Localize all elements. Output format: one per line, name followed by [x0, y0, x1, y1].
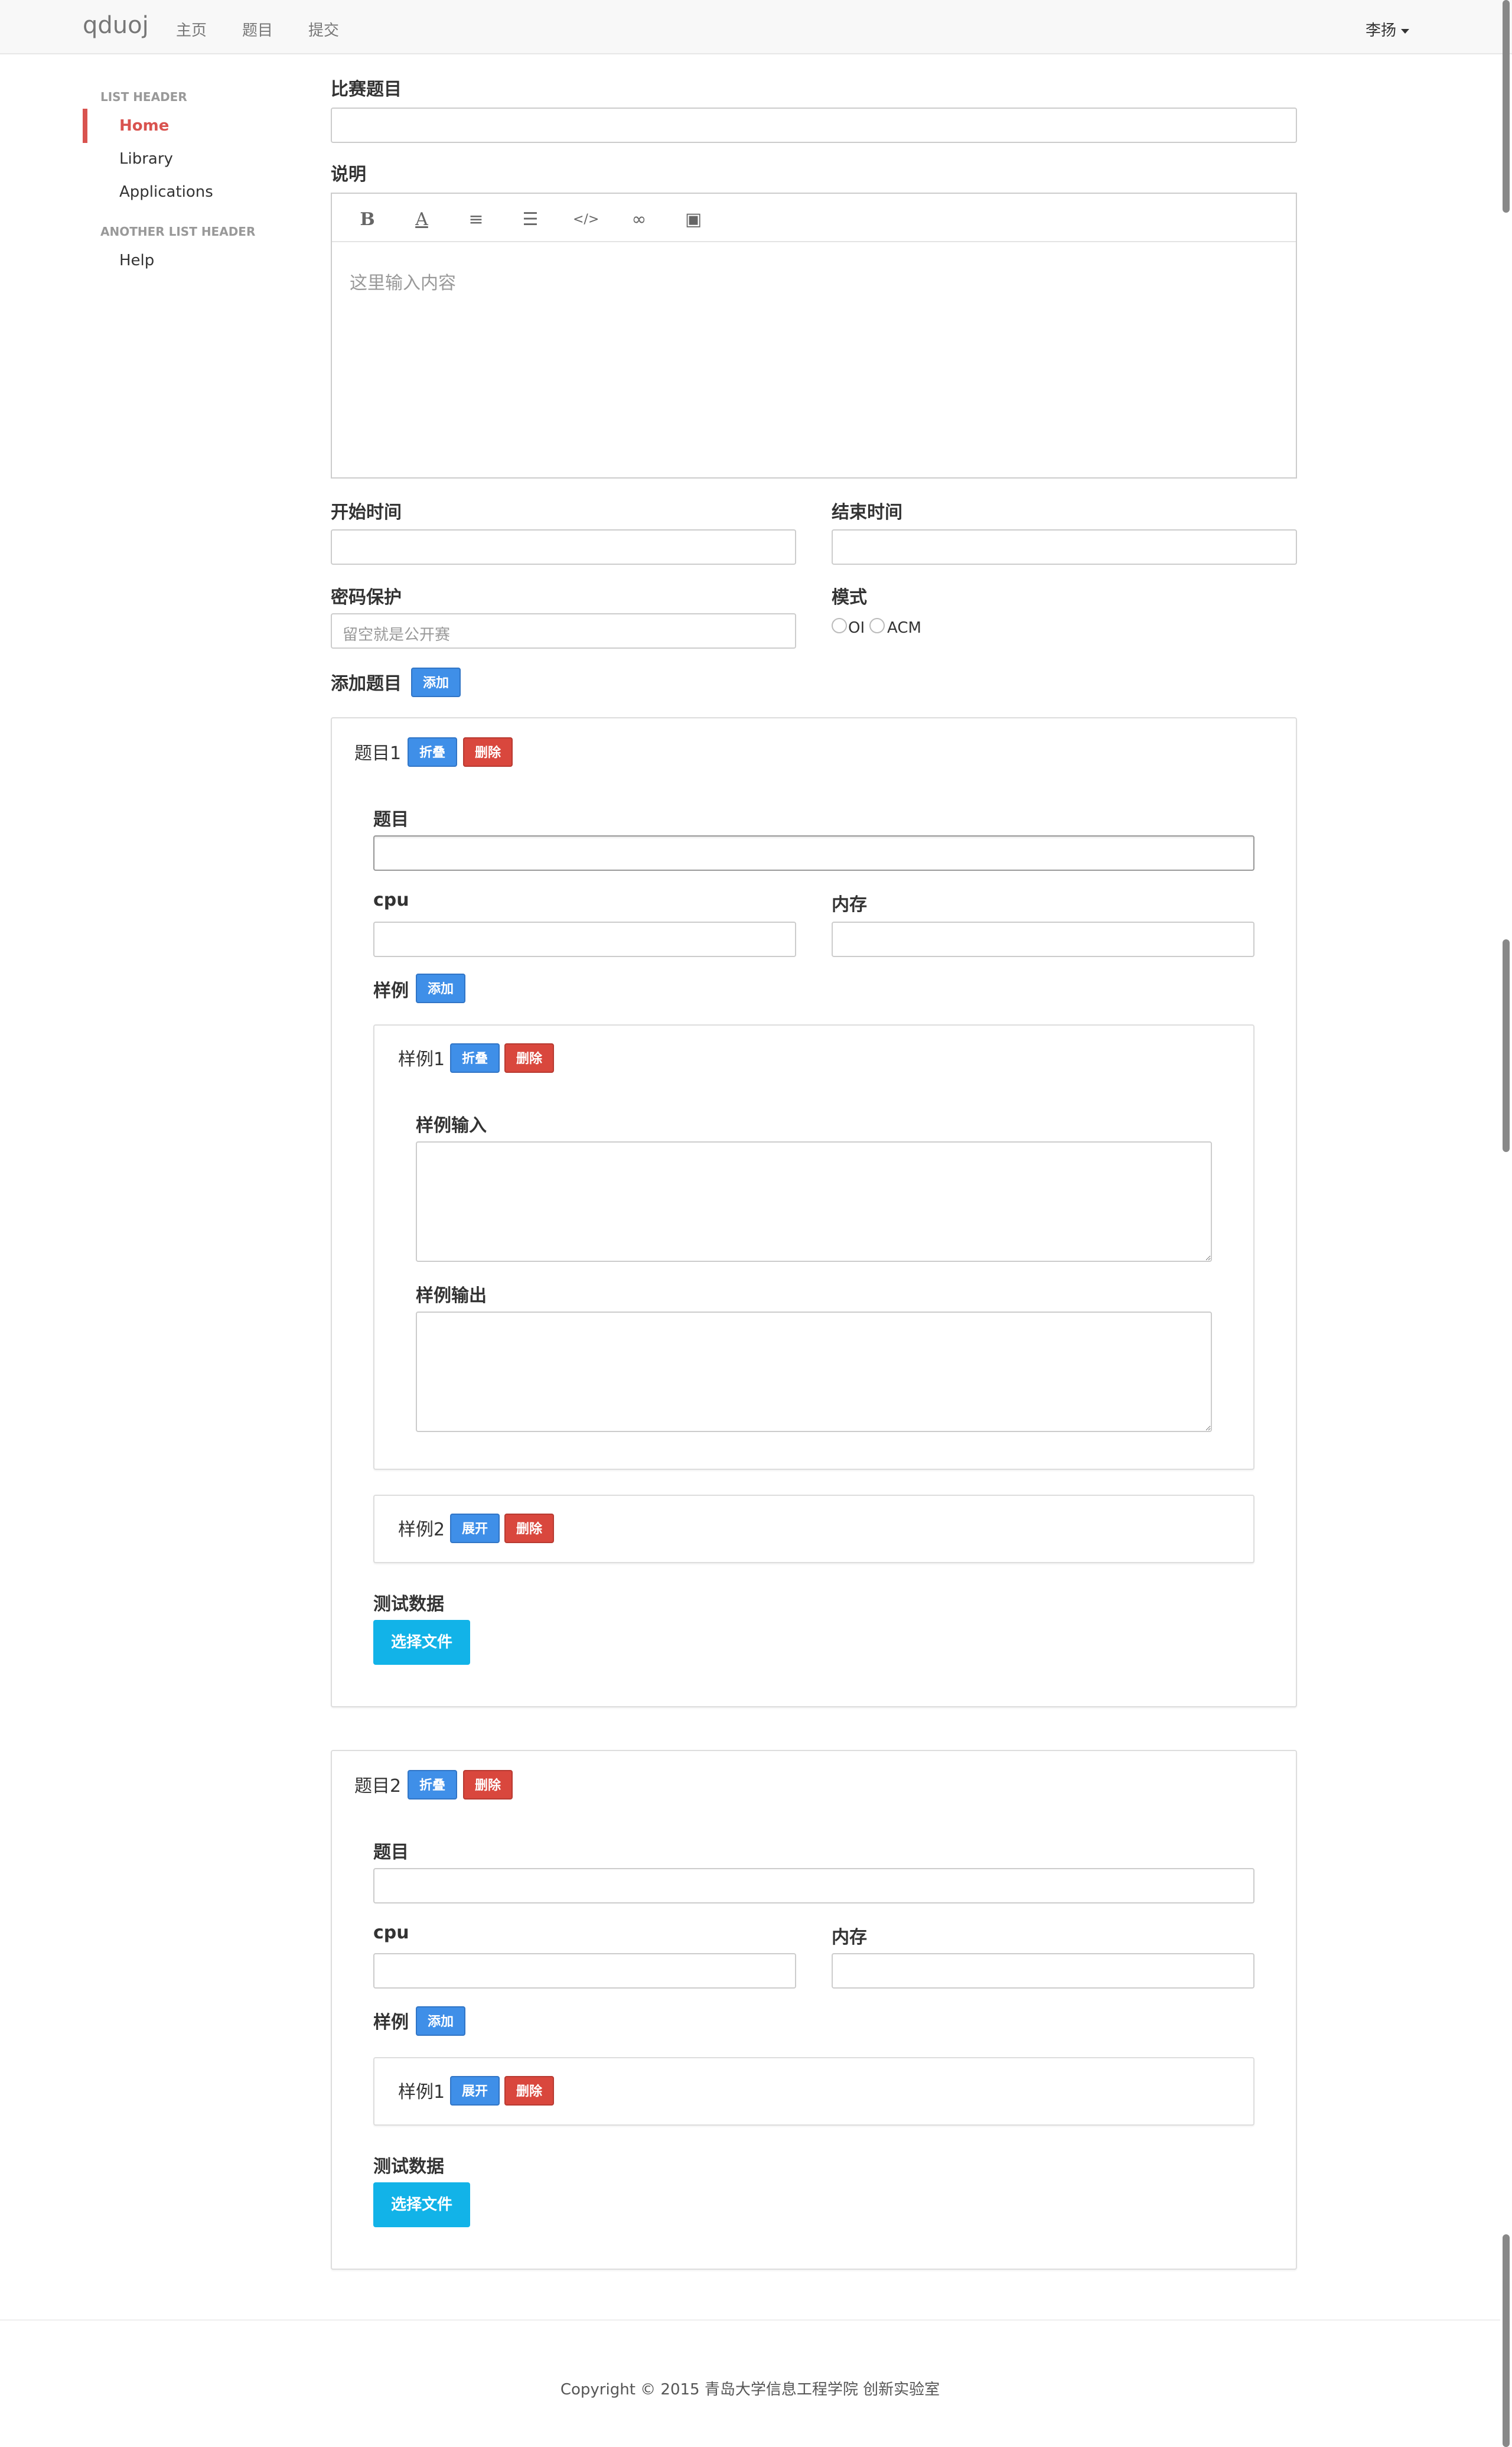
problem-2-name-label: 题目 — [373, 1842, 409, 1863]
problem-1-sample-1-title: 样例1 — [398, 1049, 445, 1070]
problem-1-sample-1-delete-button[interactable]: 删除 — [504, 1043, 554, 1073]
problem-1-collapse-button[interactable]: 折叠 — [408, 737, 457, 767]
footer-copyright: Copyright © 2015 青岛大学信息工程学院 创新实验室 — [560, 2381, 940, 2399]
scrollbar-thumb-2[interactable] — [1503, 939, 1510, 1152]
sidebar-active-indicator — [83, 109, 87, 143]
problem-1-name-label: 题目 — [373, 809, 409, 830]
sidebar-item-applications[interactable]: Applications — [119, 183, 213, 201]
font-color-icon[interactable]: A — [410, 208, 434, 232]
end-time-label: 结束时间 — [832, 502, 902, 523]
top-navbar: qduoj 主页 题目 提交 李扬 — [0, 0, 1512, 54]
problem-2-memory-input[interactable] — [832, 1953, 1254, 1989]
image-icon[interactable]: ▣ — [682, 208, 705, 232]
problem-2-collapse-button[interactable]: 折叠 — [408, 1770, 457, 1800]
mode-option-acm: ACM — [887, 619, 921, 637]
nav-link-submissions[interactable]: 提交 — [308, 18, 339, 40]
problem-1-sample-1-output-textarea[interactable] — [416, 1312, 1212, 1432]
nav-link-problems[interactable]: 题目 — [242, 18, 273, 40]
problem-1-add-sample-button[interactable]: 添加 — [416, 974, 465, 1003]
page-footer: Copyright © 2015 青岛大学信息工程学院 创新实验室 — [0, 2319, 1500, 2447]
end-time-input[interactable] — [832, 529, 1297, 565]
unordered-list-icon[interactable]: ☰ — [519, 208, 542, 232]
problem-1-sample-1-input-textarea[interactable] — [416, 1141, 1212, 1262]
code-icon[interactable]: </> — [573, 208, 599, 232]
editor-placeholder: 这里输入内容 — [350, 273, 456, 294]
editor-toolbar: B A ≡ ☰ </> ∞ ▣ — [332, 194, 1296, 242]
problem-1-memory-input[interactable] — [832, 922, 1254, 957]
start-time-input[interactable] — [331, 529, 796, 565]
problem-1-cpu-input[interactable] — [373, 922, 796, 957]
problem-2-samples-label: 样例 — [373, 2012, 409, 2033]
add-problem-label: 添加题目 — [331, 673, 402, 694]
mode-label: 模式 — [832, 587, 867, 608]
problem-1-sample-1-output-label: 样例输出 — [416, 1286, 487, 1306]
link-icon[interactable]: ∞ — [627, 208, 651, 232]
problem-1-name-input[interactable] — [373, 835, 1254, 871]
description-label: 说明 — [331, 164, 366, 185]
contest-title-label: 比赛题目 — [331, 79, 402, 100]
description-editor[interactable]: B A ≡ ☰ </> ∞ ▣ 这里输入内容 — [331, 193, 1297, 479]
caret-down-icon — [1401, 28, 1410, 34]
user-menu[interactable]: 李扬 — [1366, 18, 1410, 40]
problem-2-test-data-label: 测试数据 — [373, 2156, 444, 2177]
problem-1-samples-label: 样例 — [373, 981, 409, 1001]
bold-icon[interactable]: B — [356, 208, 379, 232]
scrollbar-thumb-1[interactable] — [1503, 0, 1510, 213]
problem-2-sample-1-expand-button[interactable]: 展开 — [450, 2076, 500, 2106]
sidebar-header-2: ANOTHER LIST HEADER — [100, 224, 256, 239]
add-problem-button[interactable]: 添加 — [411, 668, 461, 697]
problem-2-cpu-label: cpu — [373, 1922, 409, 1943]
problem-1-sample-2-expand-button[interactable]: 展开 — [450, 1514, 500, 1543]
scrollbar-track[interactable] — [1500, 0, 1512, 2447]
start-time-label: 开始时间 — [331, 502, 402, 523]
password-input[interactable]: 留空就是公开赛 — [331, 613, 796, 649]
ordered-list-icon[interactable]: ≡ — [464, 208, 488, 232]
problem-1-choose-file-button[interactable]: 选择文件 — [373, 1620, 470, 1665]
problem-1-delete-button[interactable]: 删除 — [463, 737, 513, 767]
problem-2-cpu-input[interactable] — [373, 1953, 796, 1989]
mode-radio-oi[interactable] — [832, 618, 847, 633]
sidebar-item-help[interactable]: Help — [119, 252, 154, 269]
problem-2-title: 题目2 — [354, 1776, 402, 1797]
problem-1-cpu-label: cpu — [373, 890, 409, 910]
sidebar-item-home[interactable]: Home — [119, 117, 169, 135]
contest-title-input[interactable] — [331, 108, 1297, 143]
problem-1-sample-1-input-label: 样例输入 — [416, 1115, 487, 1136]
scrollbar-thumb-3[interactable] — [1503, 2234, 1510, 2447]
problem-1-sample-2-title: 样例2 — [398, 1519, 445, 1540]
mode-option-oi: OI — [848, 619, 865, 637]
brand-logo[interactable]: qduoj — [83, 12, 149, 39]
problem-1-memory-label: 内存 — [832, 894, 867, 915]
mode-radio-acm[interactable] — [869, 618, 885, 633]
problem-panel-2 — [331, 1750, 1297, 2270]
problem-1-title: 题目1 — [354, 743, 402, 764]
problem-2-sample-1-delete-button[interactable]: 删除 — [504, 2076, 554, 2106]
problem-1-sample-1-collapse-button[interactable]: 折叠 — [450, 1043, 500, 1073]
problem-2-name-input[interactable] — [373, 1868, 1254, 1903]
problem-2-delete-button[interactable]: 删除 — [463, 1770, 513, 1800]
sidebar-item-library[interactable]: Library — [119, 150, 173, 168]
sidebar-header-1: LIST HEADER — [100, 90, 187, 104]
password-label: 密码保护 — [331, 587, 402, 608]
problem-2-memory-label: 内存 — [832, 1927, 867, 1948]
problem-2-sample-1-title: 样例1 — [398, 2082, 445, 2103]
problem-2-choose-file-button[interactable]: 选择文件 — [373, 2182, 470, 2227]
problem-2-add-sample-button[interactable]: 添加 — [416, 2006, 465, 2036]
problem-1-sample-2-delete-button[interactable]: 删除 — [504, 1514, 554, 1543]
nav-link-home[interactable]: 主页 — [176, 18, 207, 40]
problem-1-test-data-label: 测试数据 — [373, 1594, 444, 1615]
password-placeholder: 留空就是公开赛 — [343, 626, 451, 644]
user-name: 李扬 — [1366, 22, 1397, 40]
